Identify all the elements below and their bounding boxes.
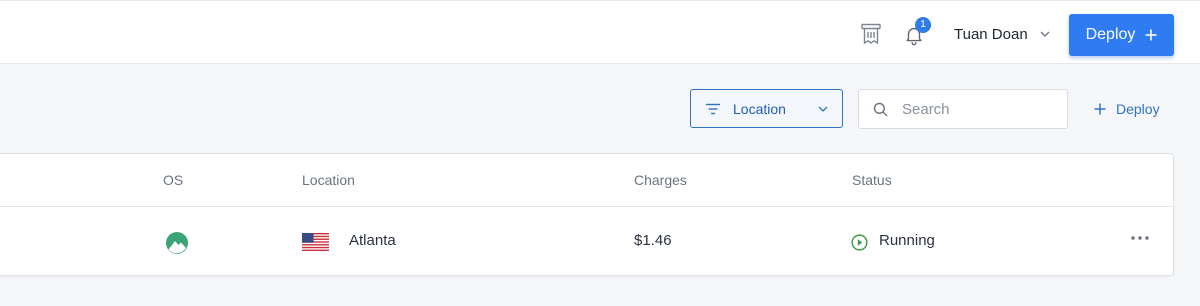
status-cell: Running bbox=[879, 232, 935, 249]
search-icon bbox=[873, 102, 888, 117]
filter-lines-icon bbox=[706, 103, 720, 114]
column-header-os[interactable]: OS bbox=[163, 172, 183, 188]
us-flag-icon bbox=[302, 233, 329, 251]
deploy-link[interactable]: Deploy bbox=[1094, 99, 1160, 119]
filter-label: Location bbox=[733, 100, 786, 117]
user-name: Tuan Doan bbox=[954, 25, 1028, 43]
table-header: OS Location Charges Status bbox=[0, 154, 1173, 207]
play-circle-icon bbox=[851, 234, 868, 251]
top-navigation-bar: 1 Tuan Doan Deploy bbox=[0, 0, 1200, 64]
search-box bbox=[858, 89, 1068, 129]
column-header-charges[interactable]: Charges bbox=[634, 172, 687, 188]
docs-icon[interactable] bbox=[858, 21, 884, 47]
location-filter-dropdown[interactable]: Location bbox=[690, 89, 843, 128]
os-logo-icon bbox=[166, 232, 188, 254]
chevron-down-icon bbox=[1040, 31, 1050, 37]
table-row[interactable]: Atlanta $1.46 Running bbox=[0, 207, 1173, 275]
row-actions-button[interactable] bbox=[1128, 230, 1152, 246]
charges-cell: $1.46 bbox=[634, 232, 672, 249]
instances-table: OS Location Charges Status Atlanta $1.46… bbox=[0, 153, 1174, 276]
deploy-button[interactable]: Deploy bbox=[1069, 14, 1174, 56]
list-toolbar: Location Deploy bbox=[0, 64, 1200, 154]
plus-icon bbox=[1145, 29, 1157, 41]
deploy-button-label: Deploy bbox=[1085, 26, 1136, 43]
column-header-location[interactable]: Location bbox=[302, 172, 355, 188]
deploy-link-label: Deploy bbox=[1116, 101, 1160, 117]
more-horizontal-icon bbox=[1131, 236, 1149, 240]
plus-icon bbox=[1094, 103, 1106, 115]
notifications-button[interactable]: 1 bbox=[898, 17, 931, 51]
notification-badge: 1 bbox=[915, 17, 931, 33]
location-cell: Atlanta bbox=[349, 232, 396, 249]
chevron-down-icon bbox=[818, 106, 828, 112]
column-header-status[interactable]: Status bbox=[852, 172, 892, 188]
search-input[interactable] bbox=[900, 99, 1054, 119]
user-menu[interactable]: Tuan Doan bbox=[954, 23, 1050, 45]
main-content: Location Deploy OS Location Charges S bbox=[0, 64, 1200, 306]
